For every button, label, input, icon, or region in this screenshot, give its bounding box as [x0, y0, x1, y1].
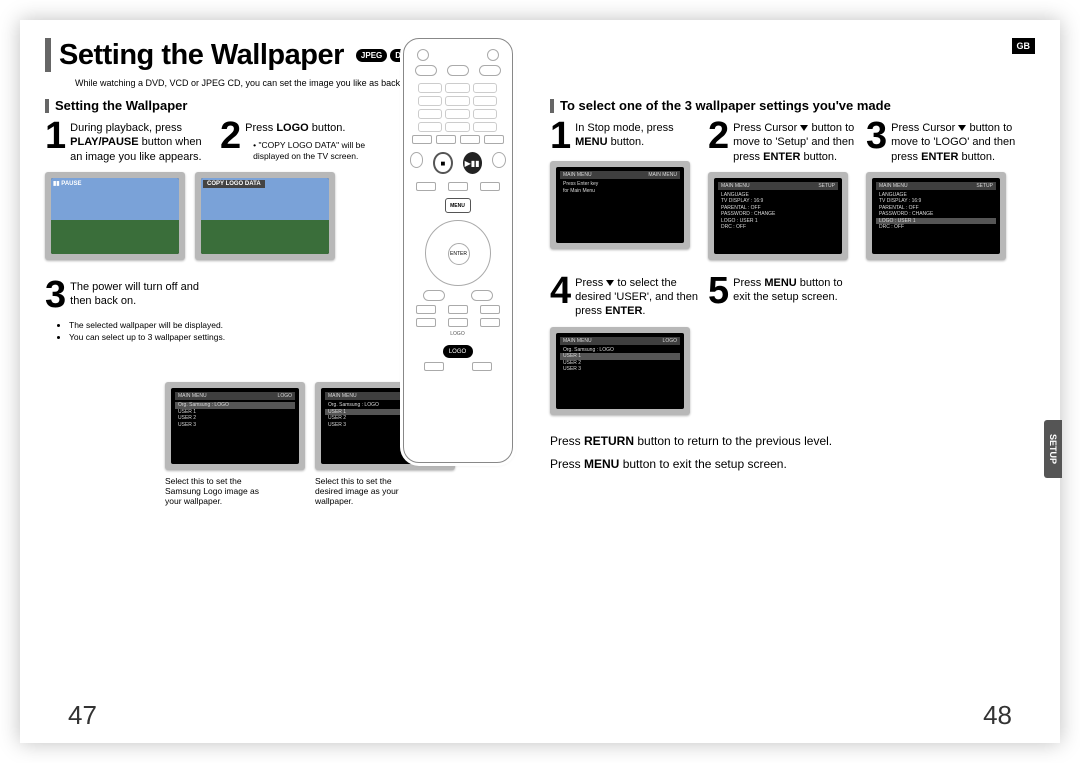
- page-number-right: 48: [983, 700, 1012, 731]
- left-subheading: Setting the Wallpaper: [45, 98, 385, 113]
- left-step-2: 2 Press LOGO button. • "COPY LOGO DATA" …: [220, 119, 385, 164]
- page-number-left: 47: [68, 700, 97, 731]
- return-button-icon: [423, 290, 445, 301]
- page-title: Setting the Wallpaper: [59, 39, 344, 72]
- left-step-1: 1 During playback, press PLAY/PAUSE butt…: [45, 119, 210, 164]
- region-badge: GB: [1012, 38, 1036, 54]
- right-step-5: 5 Press MENU button to exit the setup sc…: [708, 274, 858, 308]
- left-step-3: 3 The power will turn off and then back …: [45, 278, 210, 312]
- menu-button-icon: MENU: [445, 198, 471, 213]
- remote-control: ■ ▶▮▮ MENU ENTER LOGO LOGO: [403, 38, 513, 463]
- stop-icon: ■: [433, 152, 452, 174]
- tv-screenshot-pause: ▮▮ PAUSE: [45, 172, 185, 260]
- side-tab-setup: SETUP: [1044, 420, 1062, 478]
- power-icon: [417, 49, 429, 61]
- footer-instructions: Press RETURN button to return to the pre…: [550, 430, 1035, 476]
- transport-row: ■ ▶▮▮: [410, 152, 506, 174]
- right-step-3: 3 Press Cursor button to move to 'LOGO' …: [866, 119, 1016, 164]
- right-step-2: 2 Press Cursor button to move to 'Setup'…: [708, 119, 858, 164]
- left-column: Setting the Wallpaper 1 During playback,…: [45, 98, 385, 506]
- remote-column: ■ ▶▮▮ MENU ENTER LOGO LOGO: [385, 98, 530, 506]
- title-row: Setting the Wallpaper JPEG DVD VCD: [45, 38, 1035, 72]
- step3-notes: The selected wallpaper will be displayed…: [53, 320, 385, 342]
- numpad: [418, 83, 498, 132]
- right-step-4: 4 Press to select the desired 'USER', an…: [550, 274, 700, 319]
- right-column: To select one of the 3 wallpaper setting…: [530, 98, 1035, 506]
- tv-screenshot-logo-select: MAIN MENULOGO Org. Samsung : LOGO USER 1…: [550, 327, 690, 415]
- tv-screenshot-logo-menu-a: MAIN MENULOGO Org. Samsung : LOGO USER 1…: [165, 382, 305, 470]
- title-accent: [45, 38, 51, 72]
- tv-screenshot-mainmenu: MAIN MENUMAIN MENU Press Enter key for M…: [550, 161, 690, 249]
- step2-note: • "COPY LOGO DATA" will be displayed on …: [253, 140, 385, 162]
- left-tv-row: ▮▮ PAUSE COPY LOGO DATA: [45, 172, 385, 260]
- right-subheading: To select one of the 3 wallpaper setting…: [550, 98, 1035, 113]
- intro-text: While watching a DVD, VCD or JPEG CD, yo…: [75, 78, 1035, 88]
- open-close-icon: [487, 49, 499, 61]
- dpad: ENTER: [425, 220, 491, 286]
- tv-screenshot-copylogo: COPY LOGO DATA: [195, 172, 335, 260]
- pill-jpeg: JPEG: [356, 49, 387, 62]
- left-steps-row-1: 1 During playback, press PLAY/PAUSE butt…: [45, 119, 385, 172]
- manual-spread: GB Setting the Wallpaper JPEG DVD VCD Wh…: [20, 20, 1060, 743]
- logo-button-icon: LOGO: [443, 345, 473, 358]
- right-steps-top: 1 In Stop mode, press MENU button. MAIN …: [550, 119, 1035, 260]
- bottom-tv-pair: MAIN MENULOGO Org. Samsung : LOGO USER 1…: [165, 382, 385, 506]
- right-step-1: 1 In Stop mode, press MENU button.: [550, 119, 700, 153]
- play-pause-icon: ▶▮▮: [463, 152, 482, 174]
- right-steps-bottom: 4 Press to select the desired 'USER', an…: [550, 274, 1035, 415]
- tv-screenshot-setup: MAIN MENUSETUP LANGUAGE TV DISPLAY : 16:…: [708, 172, 848, 260]
- enter-button-icon: ENTER: [448, 243, 470, 265]
- columns: Setting the Wallpaper 1 During playback,…: [45, 98, 1035, 506]
- tv-screenshot-setup-logo: MAIN MENUSETUP LANGUAGE TV DISPLAY : 16:…: [866, 172, 1006, 260]
